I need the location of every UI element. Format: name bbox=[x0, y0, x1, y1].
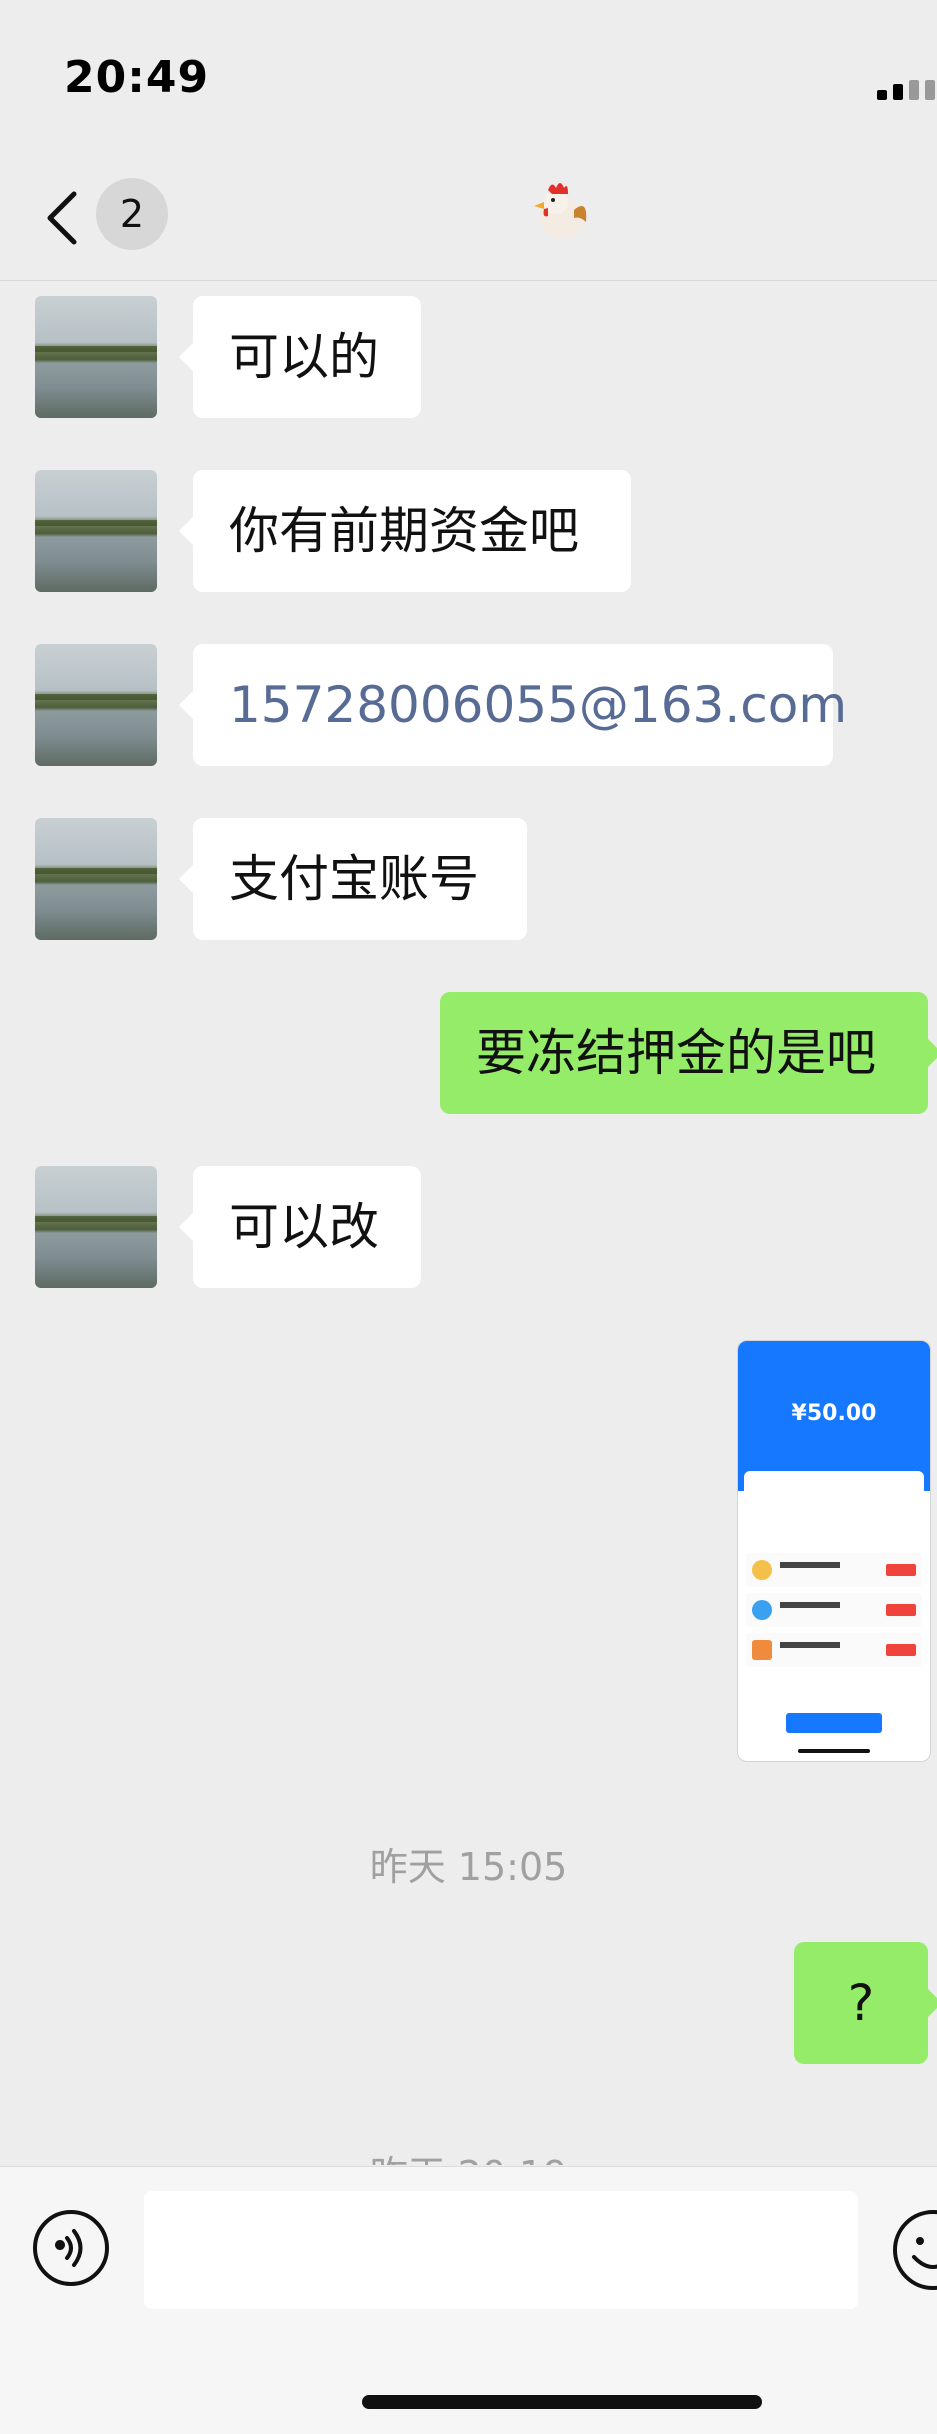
incoming-message[interactable]: 支付宝账号 bbox=[179, 818, 527, 940]
image-row bbox=[746, 1593, 922, 1627]
message-list[interactable]: 可以的 你有前期资金吧 15728006055@163.com 支付宝账号 要冻… bbox=[0, 281, 937, 2165]
image-button bbox=[786, 1713, 882, 1733]
home-indicator bbox=[362, 2395, 762, 2409]
incoming-message[interactable]: 可以改 bbox=[179, 1166, 421, 1288]
status-bar: 20:49 bbox=[0, 0, 937, 150]
image-amount: ¥50.00 bbox=[791, 1401, 877, 1426]
unread-badge[interactable]: 2 bbox=[96, 178, 168, 250]
status-time: 20:49 bbox=[64, 52, 210, 103]
contact-avatar[interactable] bbox=[35, 818, 157, 940]
outgoing-message[interactable]: 要冻结押金的是吧 bbox=[440, 992, 937, 1114]
outgoing-message[interactable]: ? bbox=[794, 1942, 937, 2064]
image-message[interactable]: ¥50.00 bbox=[737, 1340, 931, 1762]
image-row bbox=[746, 1553, 922, 1587]
unread-count: 2 bbox=[119, 192, 145, 236]
emoji-icon[interactable] bbox=[890, 2207, 937, 2293]
contact-avatar[interactable] bbox=[35, 296, 157, 418]
email-link-message[interactable]: 15728006055@163.com bbox=[179, 644, 847, 766]
message-input[interactable] bbox=[144, 2191, 858, 2309]
image-card bbox=[744, 1471, 924, 1541]
image-row bbox=[746, 1633, 922, 1667]
contact-avatar[interactable] bbox=[35, 470, 157, 592]
incoming-message[interactable]: 你有前期资金吧 bbox=[179, 470, 631, 592]
image-home-bar bbox=[798, 1749, 870, 1753]
input-bar bbox=[0, 2166, 937, 2434]
timestamp: 昨天 15:05 bbox=[369, 1845, 568, 1889]
back-arrow-icon[interactable] bbox=[40, 188, 90, 248]
voice-icon[interactable] bbox=[32, 2209, 110, 2287]
contact-avatar[interactable] bbox=[35, 644, 157, 766]
incoming-message[interactable]: 可以的 bbox=[179, 296, 421, 418]
rooster-icon bbox=[534, 183, 587, 238]
contact-avatar[interactable] bbox=[35, 1166, 157, 1288]
signal-icon bbox=[877, 80, 937, 100]
timestamp: 昨天 20:19 bbox=[0, 2144, 937, 2165]
